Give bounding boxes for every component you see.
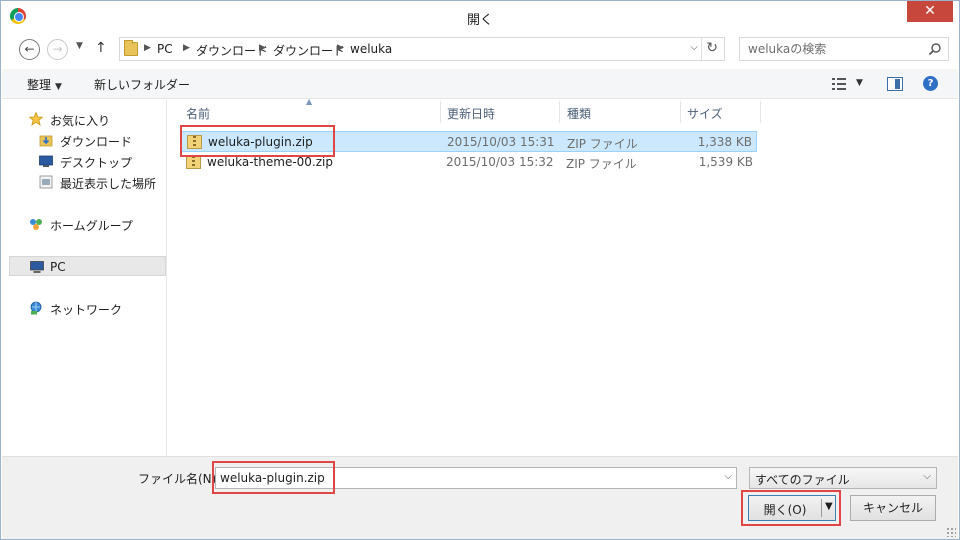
navigation-pane: お気に入り ダウンロード デスクトップ 最近表示した場所 ホームグループ PC … [9, 100, 167, 456]
sidebar-item-recent-places[interactable]: 最近表示した場所 [9, 172, 166, 192]
column-divider[interactable] [680, 101, 681, 123]
file-modified: 2015/10/03 15:32 [446, 155, 554, 169]
split-divider [821, 499, 822, 517]
open-button[interactable]: 開く(O) ▼ [748, 495, 836, 521]
filename-input[interactable] [220, 470, 710, 486]
organize-button[interactable]: 整理 ▼ [27, 76, 62, 93]
breadcrumb-pc[interactable]: PC [157, 42, 173, 56]
sidebar-item-label: 最近表示した場所 [60, 177, 157, 191]
file-type-select[interactable]: すべてのファイル ⌵ [749, 467, 937, 489]
sidebar-item-label: お気に入り [50, 114, 111, 128]
chevron-down-icon: ⌵ [923, 471, 931, 482]
zip-file-icon [186, 155, 201, 169]
forward-button[interactable]: → [47, 39, 68, 60]
breadcrumb-downloads-2[interactable]: ダウンロード [273, 42, 345, 59]
back-button[interactable]: ← [19, 39, 40, 60]
search-input[interactable] [748, 41, 918, 57]
sidebar-item-favorites[interactable]: お気に入り [9, 109, 166, 129]
sidebar-item-downloads[interactable]: ダウンロード [9, 130, 166, 150]
downloads-folder-icon [39, 135, 53, 147]
recent-locations-dropdown[interactable]: ▼ [76, 41, 83, 51]
help-icon[interactable]: ? [923, 76, 938, 91]
sidebar-item-label: ダウンロード [60, 135, 133, 149]
column-header-modified[interactable]: 更新日時 [447, 105, 495, 127]
filename-field[interactable]: ⌵ [215, 467, 737, 489]
open-file-dialog: 開く ✕ ← → ▼ ↑ ▶ PC ▶ ダウンロード ▶ ダウンロード ▶ we… [0, 0, 960, 540]
search-box[interactable] [739, 37, 949, 61]
sidebar-item-desktop[interactable]: デスクトップ [9, 151, 166, 171]
sidebar-item-label: ホームグループ [50, 219, 133, 233]
network-icon [30, 301, 42, 315]
sidebar-item-homegroup[interactable]: ホームグループ [9, 214, 166, 234]
navigation-bar: ← → ▼ ↑ ▶ PC ▶ ダウンロード ▶ ダウンロード ▶ weluka … [9, 35, 953, 63]
desktop-icon [39, 155, 53, 167]
command-bar: 整理 ▼ 新しいフォルダー ▼ ? [2, 69, 958, 99]
close-button[interactable]: ✕ [907, 1, 953, 22]
sidebar-item-label: デスクトップ [60, 156, 133, 170]
file-row[interactable]: weluka-theme-00.zip 2015/10/03 15:32 ZIP… [181, 152, 757, 173]
open-options-dropdown[interactable]: ▼ [825, 501, 833, 512]
search-icon[interactable] [928, 42, 942, 56]
sidebar-item-label: PC [50, 260, 66, 274]
cancel-button[interactable]: キャンセル [850, 495, 936, 521]
filename-label: ファイル名(N): [138, 472, 221, 486]
resize-grip[interactable] [946, 527, 956, 537]
sidebar-item-label: ネットワーク [50, 303, 123, 317]
sidebar-item-network[interactable]: ネットワーク [9, 298, 166, 318]
file-name-pane: ファイル名(N): ⌵ すべてのファイル ⌵ 開く(O) ▼ キャンセル [2, 456, 958, 539]
view-options-dropdown[interactable]: ▼ [856, 78, 863, 88]
organize-label: 整理 [27, 78, 52, 92]
chevron-down-icon[interactable]: ⌵ [724, 471, 732, 482]
chevron-down-icon[interactable]: ⌵ [690, 42, 698, 53]
sidebar-item-pc[interactable]: PC [9, 256, 166, 276]
chevron-right-icon[interactable]: ▶ [259, 43, 266, 53]
up-folder-button[interactable]: ↑ [95, 40, 107, 56]
recent-places-icon [39, 175, 53, 189]
address-bar[interactable]: ▶ PC ▶ ダウンロード ▶ ダウンロード ▶ weluka ⌵ ↻ [119, 37, 725, 61]
zip-file-icon [187, 135, 202, 149]
column-divider[interactable] [760, 101, 761, 123]
file-name: weluka-theme-00.zip [207, 155, 333, 169]
refresh-icon[interactable]: ↻ [706, 40, 718, 56]
homegroup-icon [30, 219, 42, 230]
sort-ascending-icon: ▲ [306, 97, 313, 106]
caret-down-icon: ▼ [55, 82, 62, 92]
file-size: 1,338 KB [697, 135, 752, 149]
preview-pane-icon[interactable] [887, 77, 903, 91]
file-row[interactable]: weluka-plugin.zip 2015/10/03 15:31 ZIP フ… [181, 131, 757, 152]
folder-icon [124, 40, 138, 56]
view-options-icon[interactable] [832, 78, 846, 90]
computer-icon [30, 261, 44, 273]
star-icon [29, 112, 43, 126]
open-button-label: 開く(O) [763, 503, 807, 517]
file-type: ZIP ファイル [566, 157, 637, 171]
column-header-size[interactable]: サイズ [687, 105, 723, 127]
chevron-right-icon[interactable]: ▶ [183, 43, 190, 53]
column-divider[interactable] [440, 101, 441, 123]
dialog-title: 開く [466, 13, 493, 28]
breadcrumb-weluka[interactable]: weluka [350, 42, 392, 56]
file-name: weluka-plugin.zip [208, 135, 313, 149]
file-modified: 2015/10/03 15:31 [447, 135, 555, 149]
file-type: ZIP ファイル [567, 137, 638, 151]
title-bar: 開く ✕ [1, 1, 959, 33]
breadcrumb-downloads[interactable]: ダウンロード [196, 42, 268, 59]
column-header-type[interactable]: 種類 [567, 105, 591, 127]
file-type-selected: すべてのファイル [755, 473, 850, 487]
file-size: 1,539 KB [698, 155, 753, 169]
column-header-name[interactable]: 名前 [186, 105, 210, 127]
chevron-right-icon[interactable]: ▶ [337, 43, 344, 53]
divider [701, 38, 702, 60]
column-divider[interactable] [559, 101, 560, 123]
new-folder-button[interactable]: 新しいフォルダー [94, 76, 190, 93]
chevron-right-icon[interactable]: ▶ [144, 43, 151, 53]
